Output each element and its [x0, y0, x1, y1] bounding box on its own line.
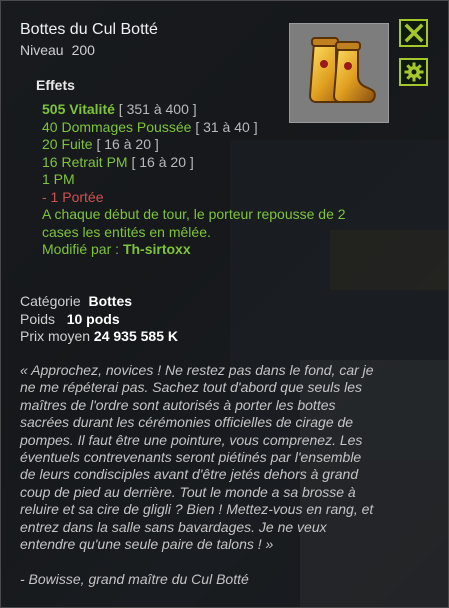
level-value: 200 — [71, 42, 95, 58]
price-value: 24 935 585 K — [93, 328, 178, 344]
effect-text: 40 Dommages Poussée — [42, 118, 192, 135]
effect-text: 20 Fuite — [42, 136, 93, 152]
price-label: Prix moyen — [20, 328, 91, 344]
effect-range: [ 16 à 20 ] — [96, 136, 159, 152]
effect-text: - 1 Portée — [42, 188, 104, 205]
item-description: « Approchez, novices ! Ne restez pas dan… — [20, 362, 374, 553]
category-value: Bottes — [88, 293, 133, 309]
modified-author: Th-sirtoxx — [122, 241, 191, 257]
close-button[interactable] — [399, 19, 428, 47]
effect-special: A chaque début de tour, le porteur repou… — [42, 206, 346, 240]
effects-heading: Effets — [36, 77, 75, 93]
level-label: Niveau — [20, 42, 64, 58]
effect-range: [ 16 à 20 ] — [131, 153, 194, 170]
weight-value: 10 pods — [66, 310, 120, 327]
weight-row: Poids 10 pods — [20, 311, 178, 329]
effect-line: 20 Fuite [ 16 à 20 ] — [42, 136, 382, 154]
category-row: Catégorie Bottes — [20, 293, 178, 311]
effect-line: 1 PM — [42, 171, 382, 189]
effect-range: [ 351 à 400 ] — [118, 101, 197, 117]
item-tooltip-panel: Bottes du Cul Botté Niveau 200 Effets 50… — [0, 0, 449, 608]
price-row: Prix moyen 24 935 585 K — [20, 328, 178, 346]
item-properties: Catégorie Bottes Poids 10 pods Prix moye… — [20, 293, 178, 346]
effect-text: 16 Retrait PM — [42, 153, 128, 170]
gear-icon — [404, 62, 423, 82]
effect-text: 505 Vitalité — [42, 101, 115, 117]
category-label: Catégorie — [20, 293, 81, 309]
modified-by: Modifié par : Th-sirtoxx — [42, 241, 382, 259]
item-level: Niveau 200 — [20, 42, 95, 58]
settings-button[interactable] — [399, 58, 428, 86]
modified-label: Modifié par : — [42, 241, 120, 257]
effects-list: 505 Vitalité [ 351 à 400 ] 40 Dommages P… — [42, 101, 382, 259]
item-name: Bottes du Cul Botté — [20, 21, 158, 38]
weight-label: Poids — [20, 310, 56, 327]
effect-line: 16 Retrait PM [ 16 à 20 ] — [42, 154, 382, 172]
effect-line-negative: - 1 Portée — [42, 189, 382, 207]
description-author: - Bowisse, grand maître du Cul Botté — [20, 571, 249, 587]
effect-line: 40 Dommages Poussée [ 31 à 40 ] — [42, 119, 382, 137]
effect-text: 1 PM — [42, 171, 75, 187]
effect-range: [ 31 à 40 ] — [195, 118, 258, 135]
close-icon — [404, 23, 423, 43]
effect-line: 505 Vitalité [ 351 à 400 ] — [42, 101, 382, 119]
